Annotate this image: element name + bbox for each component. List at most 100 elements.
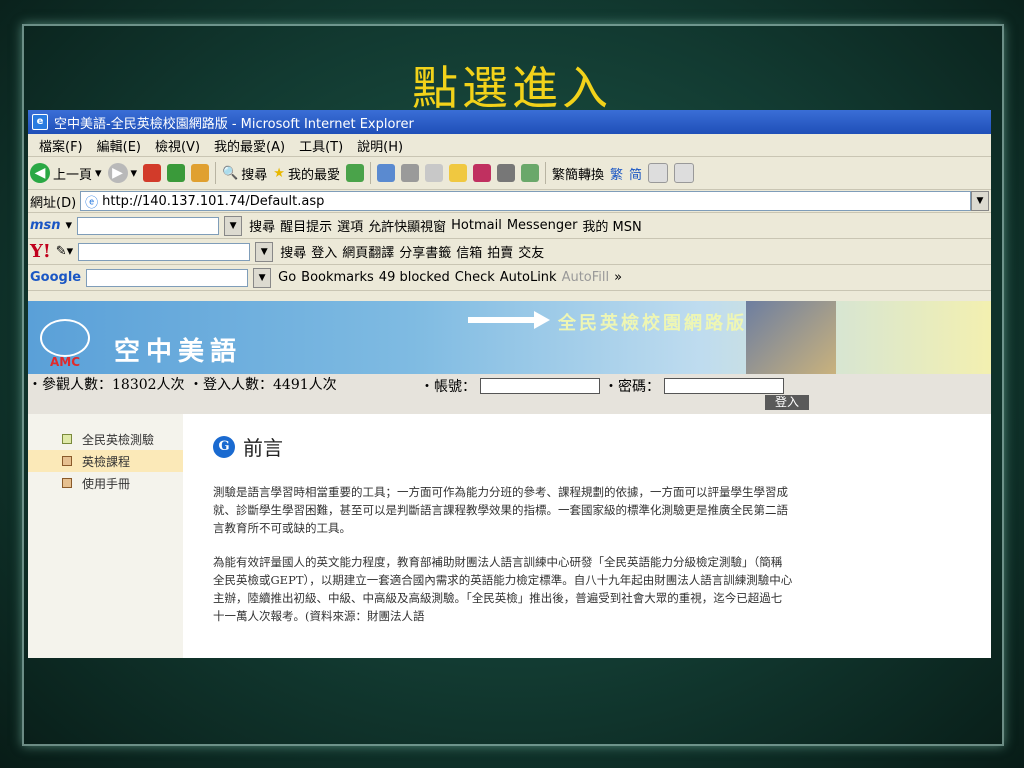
- menu-file[interactable]: 檔案(F): [32, 136, 90, 155]
- google-logo[interactable]: Google: [30, 270, 81, 285]
- refresh-icon[interactable]: [167, 164, 186, 182]
- yahoo-login-button[interactable]: 登入: [311, 242, 337, 261]
- more-chevron-icon[interactable]: »: [614, 270, 622, 285]
- menu-help[interactable]: 說明(H): [350, 136, 410, 155]
- bullet-icon: [62, 478, 72, 488]
- popup-blocked-counter[interactable]: 49 blocked: [379, 270, 450, 285]
- browser-window: e 空中美語-全民英檢校園網路版 - Microsoft Internet Ex…: [28, 110, 991, 658]
- account-input[interactable]: [480, 378, 600, 394]
- google-search-dropdown[interactable]: ▼: [253, 267, 272, 288]
- site-sidebar: 全民英檢測驗 英檢課程 使用手冊: [28, 414, 183, 658]
- yahoo-bookmarks-button[interactable]: 分享書籤: [399, 242, 451, 261]
- favorites-button[interactable]: ★ 我的最愛: [273, 164, 340, 183]
- yahoo-search-dropdown[interactable]: ▼: [255, 241, 274, 262]
- menu-favorites[interactable]: 我的最愛(A): [207, 136, 292, 155]
- login-bar: ・參觀人數：18302人次 ・登入人數：4491人次 ・帳號： ・密碼： 登入: [28, 374, 991, 414]
- login-count: ・登入人數：4491人次: [189, 377, 337, 393]
- yahoo-search-input[interactable]: [78, 242, 251, 261]
- msn-dropdown[interactable]: ▾: [66, 218, 73, 233]
- forward-button[interactable]: ▶ ▾: [107, 163, 137, 183]
- window-title: 空中美語-全民英檢校園網路版 - Microsoft Internet Expl…: [54, 116, 414, 132]
- site-name: 空中美語: [114, 337, 243, 367]
- back-button[interactable]: ◀ 上一頁 ▾: [30, 163, 102, 183]
- yahoo-icon[interactable]: [472, 164, 491, 182]
- web-page: AMC 空中美語 全民英檢校園網路版 ・參觀人數：18302人次 ・登入人數：4…: [28, 301, 991, 658]
- hotmail-button[interactable]: Hotmail: [451, 218, 502, 233]
- messenger-button[interactable]: Messenger: [507, 218, 578, 233]
- msn-popup-button[interactable]: 允許快顯視窗: [368, 216, 446, 235]
- spell-check-button[interactable]: Check: [455, 270, 495, 285]
- menu-edit[interactable]: 編輯(E): [90, 136, 148, 155]
- yahoo-logo[interactable]: Y!: [30, 241, 51, 262]
- pencil-icon[interactable]: ✎▾: [56, 244, 73, 259]
- autofill-button[interactable]: AutoFill: [562, 270, 610, 285]
- slide-title: 點選進入: [412, 61, 612, 115]
- yahoo-toolbar: Y! ✎▾ ▼ 搜尋 登入 網頁翻譯 分享書籤 信箱 拍賣 交友: [28, 239, 991, 265]
- back-arrow-icon: ◀: [30, 163, 50, 183]
- section-header: G 前言: [213, 432, 793, 461]
- help-icon[interactable]: [674, 163, 694, 183]
- gept-paragraph: 為能有效評量國人的英文能力程度，教育部補助財團法人語言訓練中心研發「全民英語能力…: [213, 555, 793, 623]
- research-icon[interactable]: [496, 164, 515, 182]
- info-icon[interactable]: [648, 163, 668, 183]
- address-label: 網址(D): [30, 195, 77, 211]
- msn-logo[interactable]: msn: [30, 218, 61, 233]
- msn-highlight-button[interactable]: 醒目提示: [280, 216, 332, 235]
- page-icon: ⓔ: [85, 195, 99, 211]
- autolink-button[interactable]: AutoLink: [500, 270, 557, 285]
- bullet-icon: [62, 434, 72, 444]
- mail-icon[interactable]: [376, 164, 395, 182]
- sidebar-item-manual[interactable]: 使用手冊: [28, 472, 183, 494]
- banner-title: 全民英檢校園網路版: [558, 313, 747, 334]
- standard-toolbar: ◀ 上一頁 ▾ ▶ ▾ 🔍 搜尋 ★ 我的最愛 繁簡轉換 繁 简: [28, 157, 991, 190]
- menu-view[interactable]: 檢視(V): [148, 136, 207, 155]
- messenger-icon[interactable]: [520, 164, 539, 182]
- toolbar-separator: [369, 162, 371, 184]
- toolbar-separator: [544, 162, 546, 184]
- folder-icon[interactable]: [448, 164, 467, 182]
- menu-tools[interactable]: 工具(T): [292, 136, 350, 155]
- toolbar-separator: [215, 162, 217, 184]
- address-dropdown[interactable]: ▼: [971, 191, 989, 211]
- history-icon[interactable]: [345, 164, 364, 182]
- visit-count: ・參觀人數：18302人次: [28, 377, 185, 393]
- simplified-button[interactable]: 简: [629, 164, 642, 183]
- yahoo-friends-button[interactable]: 交友: [518, 242, 544, 261]
- yahoo-search-button[interactable]: 搜尋: [280, 242, 306, 261]
- my-msn-button[interactable]: 我的 MSN: [582, 216, 641, 235]
- stop-icon[interactable]: [143, 164, 162, 182]
- google-toolbar: Google ▼ Go Bookmarks 49 blocked Check A…: [28, 265, 991, 291]
- g-bullet-icon: G: [213, 435, 235, 458]
- search-button[interactable]: 🔍 搜尋: [222, 164, 267, 183]
- login-button[interactable]: 登入: [765, 395, 809, 410]
- edit-icon[interactable]: [424, 164, 443, 182]
- window-titlebar: e 空中美語-全民英檢校園網路版 - Microsoft Internet Ex…: [28, 110, 991, 134]
- print-icon[interactable]: [400, 164, 419, 182]
- convert-button[interactable]: 繁簡轉換: [552, 164, 604, 183]
- intro-paragraph: 測驗是語言學習時相當重要的工具；一方面可作為能力分班的參考、課程規劃的依據，一方…: [213, 485, 788, 535]
- password-input[interactable]: [664, 378, 784, 394]
- search-icon: 🔍: [222, 165, 239, 181]
- msn-search-dropdown[interactable]: ▼: [224, 215, 243, 236]
- sidebar-item-courses[interactable]: 英檢課程: [28, 450, 183, 472]
- sidebar-item-gept-test[interactable]: 全民英檢測驗: [28, 428, 183, 450]
- site-banner: AMC 空中美語 全民英檢校園網路版: [28, 301, 991, 374]
- traditional-button[interactable]: 繁: [610, 164, 623, 183]
- menu-bar: 檔案(F) 編輯(E) 檢視(V) 我的最愛(A) 工具(T) 說明(H): [28, 134, 991, 157]
- msn-options-button[interactable]: 選項: [337, 216, 363, 235]
- msn-search-button[interactable]: 搜尋: [249, 216, 275, 235]
- yahoo-mail-button[interactable]: 信箱: [456, 242, 482, 261]
- banner-arrow-head: [534, 311, 550, 329]
- ie-icon: e: [32, 114, 48, 130]
- amc-logo: AMC: [50, 355, 81, 369]
- google-search-input[interactable]: [86, 268, 249, 287]
- section-title: 前言: [243, 436, 283, 460]
- yahoo-auction-button[interactable]: 拍賣: [487, 242, 513, 261]
- yahoo-translate-button[interactable]: 網頁翻譯: [342, 242, 394, 261]
- msn-search-input[interactable]: [77, 216, 220, 235]
- msn-toolbar: msn ▾ ▼ 搜尋 醒目提示 選項 允許快顯視窗 Hotmail Messen…: [28, 213, 991, 239]
- google-go-button[interactable]: Go: [278, 270, 296, 285]
- google-bookmarks-button[interactable]: Bookmarks: [301, 270, 374, 285]
- home-icon[interactable]: [191, 164, 210, 182]
- address-input[interactable]: ⓔ http://140.137.101.74/Default.asp: [80, 191, 971, 211]
